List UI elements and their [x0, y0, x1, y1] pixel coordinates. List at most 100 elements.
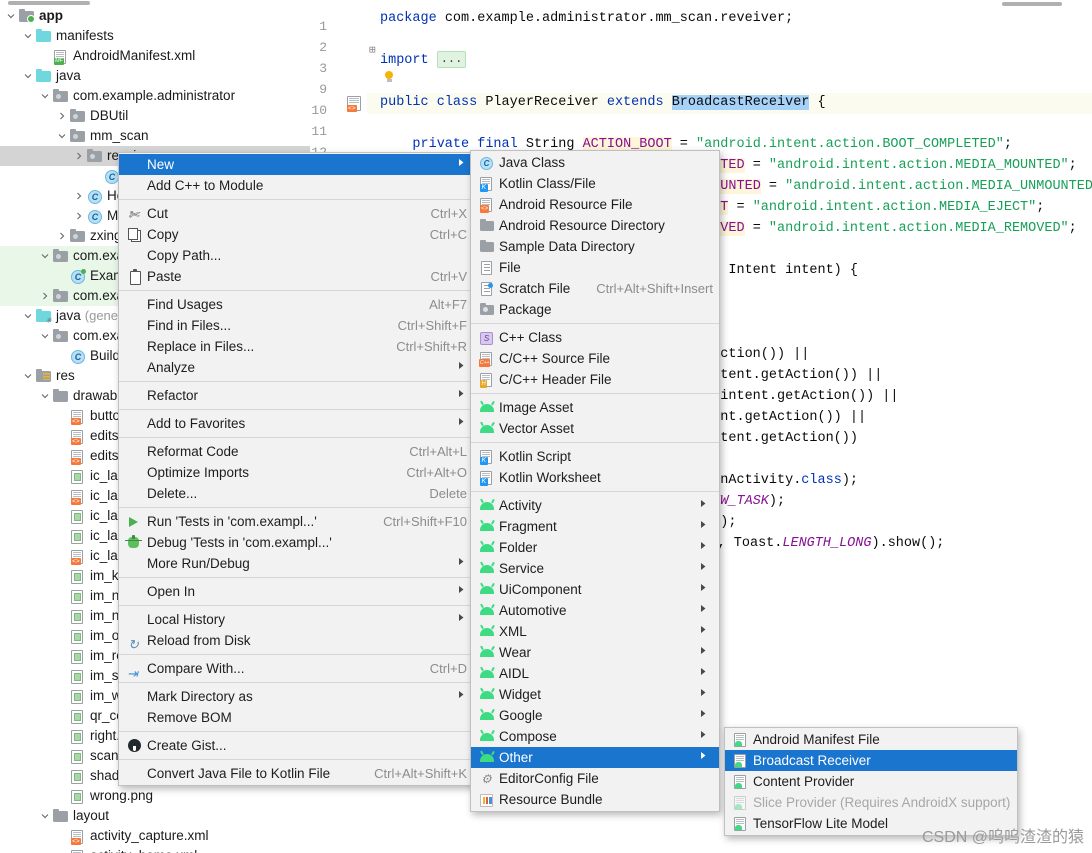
chevron-right-icon[interactable] — [72, 152, 86, 160]
menu-item-local-history[interactable]: Local History — [119, 609, 477, 630]
chevron-down-icon[interactable] — [38, 392, 52, 400]
menu-item-resource-bundle[interactable]: Resource Bundle — [471, 789, 719, 810]
gutter-xml-marker-icon[interactable] — [347, 96, 361, 111]
menu-item-convert-java-file-to-kotlin-file[interactable]: Convert Java File to Kotlin FileCtrl+Alt… — [119, 763, 477, 784]
chevron-down-icon[interactable] — [21, 72, 35, 80]
menu-item-refactor[interactable]: Refactor — [119, 385, 477, 406]
tree-item-mm-scan[interactable]: mm_scan — [0, 126, 310, 146]
chevron-down-icon[interactable] — [21, 312, 35, 320]
menu-item-vector-asset[interactable]: Vector Asset — [471, 418, 719, 439]
menu-item-copy[interactable]: CopyCtrl+C — [119, 224, 477, 245]
menu-item-add-to-favorites[interactable]: Add to Favorites — [119, 413, 477, 434]
other-submenu[interactable]: Android Manifest FileBroadcast ReceiverC… — [724, 727, 1018, 836]
chevron-down-icon[interactable] — [38, 252, 52, 260]
tree-item-layout[interactable]: layout — [0, 806, 310, 826]
chevron-down-icon[interactable] — [38, 332, 52, 340]
menu-item-service[interactable]: Service — [471, 558, 719, 579]
menu-item-reformat-code[interactable]: Reformat CodeCtrl+Alt+L — [119, 441, 477, 462]
chevron-down-icon[interactable] — [21, 372, 35, 380]
tree-item-app[interactable]: app — [0, 6, 310, 26]
menu-item-xml[interactable]: XML — [471, 621, 719, 642]
tree-item-wrong-png[interactable]: wrong.png — [0, 786, 310, 806]
menu-item-broadcast-receiver[interactable]: Broadcast Receiver — [725, 750, 1017, 771]
chevron-right-icon[interactable] — [72, 212, 86, 220]
menu-item-kotlin-script[interactable]: Kotlin Script — [471, 446, 719, 467]
menu-item-kotlin-worksheet[interactable]: Kotlin Worksheet — [471, 467, 719, 488]
menu-item-add-c++-to-module[interactable]: Add C++ to Module — [119, 175, 477, 196]
chevron-right-icon[interactable] — [38, 292, 52, 300]
menu-item-other[interactable]: Other — [471, 747, 719, 768]
menu-item-find-in-files[interactable]: Find in Files...Ctrl+Shift+F — [119, 315, 477, 336]
menu-item-file[interactable]: File — [471, 257, 719, 278]
menu-item-sample-data-directory[interactable]: Sample Data Directory — [471, 236, 719, 257]
code-fold-marker[interactable]: ⊞ — [369, 41, 376, 62]
menu-item-compose[interactable]: Compose — [471, 726, 719, 747]
menu-item-find-usages[interactable]: Find UsagesAlt+F7 — [119, 294, 477, 315]
menu-item-create-gist[interactable]: Create Gist... — [119, 735, 477, 756]
scrollbar-thumb[interactable] — [8, 1, 90, 5]
menu-item-shortcut: Ctrl+Alt+L — [409, 441, 467, 462]
menu-item-run-tests-in-com-exampl[interactable]: Run 'Tests in 'com.exampl...'Ctrl+Shift+… — [119, 511, 477, 532]
menu-item-more-run-debug[interactable]: More Run/Debug — [119, 553, 477, 574]
menu-item-editorconfig-file[interactable]: ⚙EditorConfig File — [471, 768, 719, 789]
menu-item-delete[interactable]: Delete...Delete — [119, 483, 477, 504]
menu-item-kotlin-class-file[interactable]: Kotlin Class/File — [471, 173, 719, 194]
menu-item-aidl[interactable]: AIDL — [471, 663, 719, 684]
editor-scrollbar-thumb[interactable] — [1002, 2, 1062, 6]
chevron-right-icon[interactable] — [55, 232, 69, 240]
menu-item-package[interactable]: Package — [471, 299, 719, 320]
menu-item-android-resource-file[interactable]: Android Resource File — [471, 194, 719, 215]
menu-item-copy-path[interactable]: Copy Path... — [119, 245, 477, 266]
tree-item-com-example-administrator[interactable]: com.example.administrator — [0, 86, 310, 106]
menu-item-mark-directory-as[interactable]: Mark Directory as — [119, 686, 477, 707]
menu-item-android-resource-directory[interactable]: Android Resource Directory — [471, 215, 719, 236]
menu-item-reload-from-disk[interactable]: ↻Reload from Disk — [119, 630, 477, 651]
chevron-right-icon[interactable] — [55, 112, 69, 120]
menu-item-c++-class[interactable]: C++ Class — [471, 327, 719, 348]
menu-item-optimize-imports[interactable]: Optimize ImportsCtrl+Alt+O — [119, 462, 477, 483]
new-submenu[interactable]: Java ClassKotlin Class/FileAndroid Resou… — [470, 150, 720, 812]
menu-item-image-asset[interactable]: Image Asset — [471, 397, 719, 418]
menu-item-widget[interactable]: Widget — [471, 684, 719, 705]
intention-bulb-icon[interactable] — [382, 71, 396, 85]
context-menu[interactable]: NewAdd C++ to ModuleCutCtrl+XCopyCtrl+CC… — [118, 152, 478, 786]
menu-item-replace-in-files[interactable]: Replace in Files...Ctrl+Shift+R — [119, 336, 477, 357]
chevron-down-icon[interactable] — [38, 92, 52, 100]
tree-item-androidmanifest-xml[interactable]: AndroidManifest.xml — [0, 46, 310, 66]
chevron-down-icon[interactable] — [55, 132, 69, 140]
menu-item-scratch-file[interactable]: Scratch FileCtrl+Alt+Shift+Insert — [471, 278, 719, 299]
menu-item-label: Replace in Files... — [147, 336, 370, 357]
chevron-down-icon[interactable] — [21, 32, 35, 40]
editor-scrollbar[interactable] — [310, 0, 1092, 8]
menu-item-automotive[interactable]: Automotive — [471, 600, 719, 621]
chevron-right-icon[interactable] — [72, 192, 86, 200]
tree-item-java[interactable]: java — [0, 66, 310, 86]
tree-item-activity-capture-xml[interactable]: activity_capture.xml — [0, 826, 310, 846]
menu-item-debug-tests-in-com-exampl[interactable]: Debug 'Tests in 'com.exampl...' — [119, 532, 477, 553]
tree-item-dbutil[interactable]: DBUtil — [0, 106, 310, 126]
menu-item-java-class[interactable]: Java Class — [471, 152, 719, 173]
tree-item-manifests[interactable]: manifests — [0, 26, 310, 46]
menu-item-paste[interactable]: PasteCtrl+V — [119, 266, 477, 287]
menu-item-open-in[interactable]: Open In — [119, 581, 477, 602]
tree-item-activity-home-xml[interactable]: activity_home.xml — [0, 846, 310, 853]
chevron-down-icon[interactable] — [4, 12, 18, 20]
menu-item-c-c++-source-file[interactable]: C/C++ Source File — [471, 348, 719, 369]
menu-item-uicomponent[interactable]: UiComponent — [471, 579, 719, 600]
menu-item-activity[interactable]: Activity — [471, 495, 719, 516]
png-file-icon — [69, 767, 87, 785]
menu-item-content-provider[interactable]: Content Provider — [725, 771, 1017, 792]
menu-item-compare-with[interactable]: ⇥Compare With...Ctrl+D — [119, 658, 477, 679]
menu-item-wear[interactable]: Wear — [471, 642, 719, 663]
menu-item-fragment[interactable]: Fragment — [471, 516, 719, 537]
menu-item-new[interactable]: New — [119, 154, 477, 175]
chevron-down-icon[interactable] — [38, 812, 52, 820]
menu-item-analyze[interactable]: Analyze — [119, 357, 477, 378]
menu-item-c-c++-header-file[interactable]: C/C++ Header File — [471, 369, 719, 390]
menu-item-google[interactable]: Google — [471, 705, 719, 726]
menu-item-cut[interactable]: CutCtrl+X — [119, 203, 477, 224]
menu-item-folder[interactable]: Folder — [471, 537, 719, 558]
menu-item-label: New — [147, 154, 446, 175]
menu-item-android-manifest-file[interactable]: Android Manifest File — [725, 729, 1017, 750]
menu-item-remove-bom[interactable]: Remove BOM — [119, 707, 477, 728]
